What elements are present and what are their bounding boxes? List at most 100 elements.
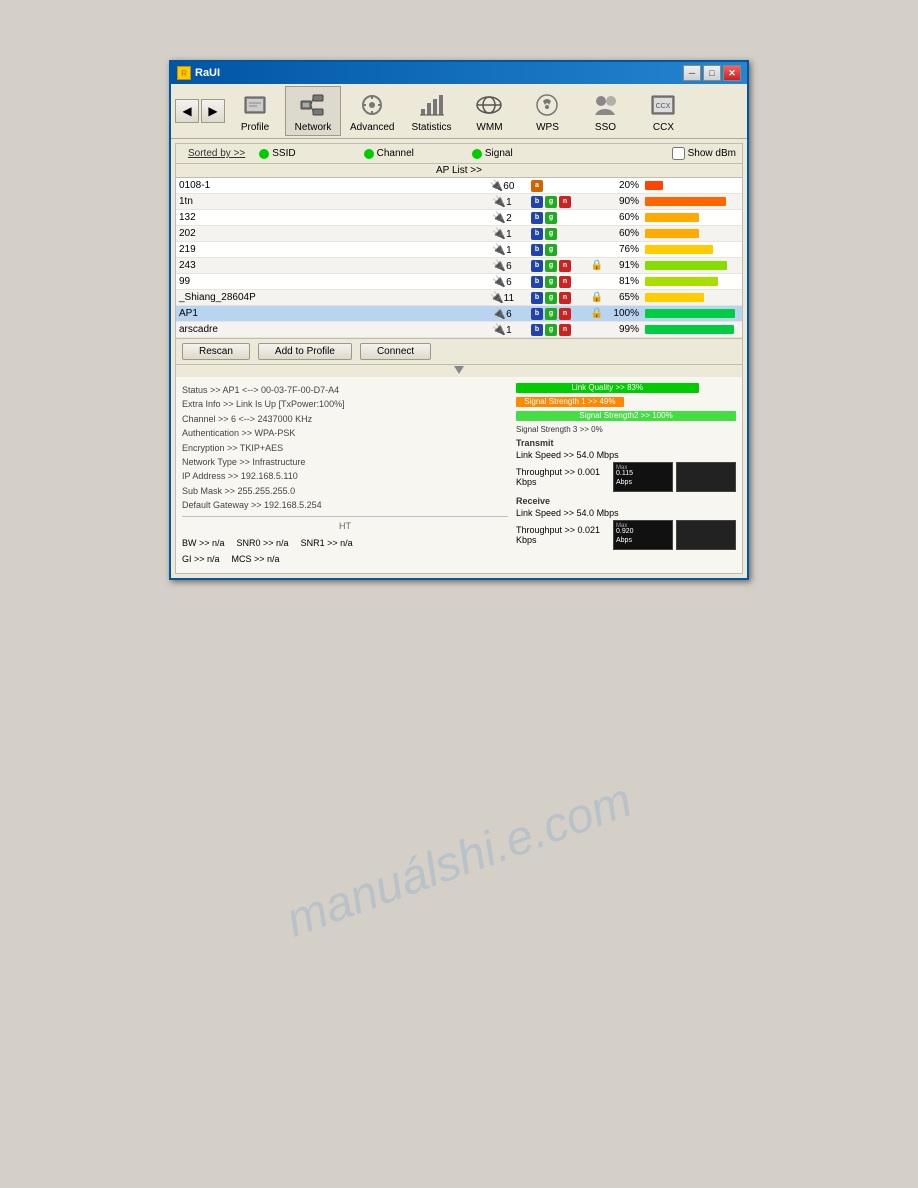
watermark: manuálshi.e.com bbox=[279, 773, 639, 949]
toolbar-wps[interactable]: WPS bbox=[519, 86, 575, 136]
network-type-label: Network Type >> Infrastructure bbox=[182, 455, 305, 469]
badges-cell: bgn bbox=[527, 274, 587, 290]
statistics-label: Statistics bbox=[411, 122, 451, 133]
b-badge: b bbox=[531, 308, 543, 320]
ssid-cell: 219 bbox=[176, 242, 477, 258]
title-bar-left: R RaUI bbox=[177, 66, 220, 80]
snr1-label: SNR1 >> n/a bbox=[301, 538, 353, 548]
wps-icon bbox=[531, 89, 563, 121]
maximize-button[interactable]: □ bbox=[703, 65, 721, 81]
ssid-cell: arscadre bbox=[176, 322, 477, 338]
close-button[interactable]: ✕ bbox=[723, 65, 741, 81]
g-badge: g bbox=[545, 276, 557, 288]
receive-section: Receive Link Speed >> 54.0 Mbps Throughp… bbox=[516, 496, 736, 550]
tx-max-label: Max bbox=[616, 465, 627, 471]
tx-throughput-label: Throughput >> 0.001 Kbps bbox=[516, 467, 600, 487]
toolbar-statistics[interactable]: Statistics bbox=[403, 86, 459, 136]
signal-label: Signal bbox=[485, 148, 513, 159]
b-badge: b bbox=[531, 260, 543, 272]
add-to-profile-button[interactable]: Add to Profile bbox=[258, 343, 352, 360]
badges-cell: bgn bbox=[527, 258, 587, 274]
ip-row: IP Address >> 192.168.5.110 bbox=[182, 469, 508, 483]
table-row[interactable]: 99🔌6bgn81% bbox=[176, 274, 742, 290]
signal-bar-container bbox=[645, 309, 735, 319]
svg-text:CCX: CCX bbox=[656, 103, 671, 110]
channel-cell: 🔌6 bbox=[477, 306, 527, 322]
channel-cell: 🔌6 bbox=[477, 274, 527, 290]
wifi-icon: 🔌 bbox=[492, 308, 506, 320]
signal-bar-container bbox=[645, 197, 735, 207]
table-row[interactable]: 202🔌1bg60% bbox=[176, 226, 742, 242]
connect-button[interactable]: Connect bbox=[360, 343, 431, 360]
lock-cell bbox=[587, 210, 607, 226]
nav-back-button[interactable]: ◀ bbox=[175, 99, 199, 123]
signal-bar-cell bbox=[642, 242, 742, 258]
signal-pct-cell: 99% bbox=[607, 322, 642, 338]
toolbar-network[interactable]: Network bbox=[285, 86, 341, 136]
tx-throughput-row: Throughput >> 0.001 Kbps 0.115 Abps Max bbox=[516, 462, 736, 492]
toolbar-ccx[interactable]: CCX CCX bbox=[635, 86, 691, 136]
table-row[interactable]: 0108-1🔌60a20% bbox=[176, 178, 742, 194]
gi-row: GI >> n/a bbox=[182, 552, 220, 566]
rescan-button[interactable]: Rescan bbox=[182, 343, 250, 360]
channel-row: Channel >> 6 <--> 2437000 KHz bbox=[182, 412, 508, 426]
signal-pct-cell: 81% bbox=[607, 274, 642, 290]
extra-info-row: Extra Info >> Link Is Up [TxPower:100%] bbox=[182, 397, 508, 411]
toolbar-profile[interactable]: Profile bbox=[227, 86, 283, 136]
channel-cell: 🔌60 bbox=[477, 178, 527, 194]
toolbar-advanced[interactable]: Advanced bbox=[343, 86, 401, 136]
signal-bar bbox=[645, 309, 735, 318]
gi-label: GI >> n/a bbox=[182, 554, 220, 564]
signal-strength2-label: Signal Strength2 >> 100% bbox=[516, 411, 736, 421]
show-dbm-checkbox[interactable] bbox=[672, 147, 685, 160]
signal-bar bbox=[645, 245, 713, 254]
g-badge: g bbox=[545, 228, 557, 240]
nav-forward-button[interactable]: ▶ bbox=[201, 99, 225, 123]
sorted-by-button[interactable]: Sorted by >> bbox=[182, 146, 251, 161]
table-row[interactable]: 219🔌1bg76% bbox=[176, 242, 742, 258]
lock-cell bbox=[587, 178, 607, 194]
channel-cell: 🔌6 bbox=[477, 258, 527, 274]
encryption-label: Encryption >> TKIP+AES bbox=[182, 441, 283, 455]
status-label: Status >> AP1 <--> 00-03-7F-00-D7-A4 bbox=[182, 383, 339, 397]
wifi-icon: 🔌 bbox=[492, 260, 506, 272]
badges-cell: bg bbox=[527, 210, 587, 226]
link-quality-bar: Link Quality >> 83% bbox=[516, 383, 699, 393]
title-bar: R RaUI ─ □ ✕ bbox=[171, 62, 747, 84]
table-row[interactable]: arscadre🔌1bgn99% bbox=[176, 322, 742, 338]
rx-chart-unit: Abps bbox=[616, 537, 670, 545]
ssid-cell: AP1 bbox=[176, 306, 477, 322]
table-row[interactable]: 1tn🔌1bgn90% bbox=[176, 194, 742, 210]
signal-bar-container bbox=[645, 213, 735, 223]
signal-strength2-meter: Signal Strength2 >> 100% bbox=[516, 411, 736, 421]
ap-header: Sorted by >> SSID Channel Signal Show dB… bbox=[176, 144, 742, 164]
minimize-button[interactable]: ─ bbox=[683, 65, 701, 81]
subnet-label: Sub Mask >> 255.255.255.0 bbox=[182, 484, 295, 498]
toolbar-wmm[interactable]: WMM bbox=[461, 86, 517, 136]
ap-scroll-area[interactable]: 0108-1🔌60a20%1tn🔌1bgn90%132🔌2bg60%202🔌1b… bbox=[176, 178, 742, 338]
ccx-label: CCX bbox=[653, 122, 674, 133]
signal-bar-cell bbox=[642, 274, 742, 290]
mcs-row: MCS >> n/a bbox=[232, 552, 280, 566]
badges-cell: bgn bbox=[527, 306, 587, 322]
action-buttons: Rescan Add to Profile Connect bbox=[176, 338, 742, 365]
scroll-down-indicator bbox=[454, 366, 464, 376]
ht-section: BW >> n/a SNR0 >> n/a SNR1 >> n/a bbox=[182, 536, 508, 550]
wifi-icon: 🔌 bbox=[492, 276, 506, 288]
table-row[interactable]: _Shiang_28604P🔌11bgn🔒65% bbox=[176, 290, 742, 306]
signal-pct-cell: 20% bbox=[607, 178, 642, 194]
table-row[interactable]: AP1🔌6bgn🔒100% bbox=[176, 306, 742, 322]
sso-icon bbox=[589, 89, 621, 121]
transmit-section: Transmit Link Speed >> 54.0 Mbps Through… bbox=[516, 438, 736, 492]
signal-header: Signal bbox=[472, 148, 513, 159]
table-row[interactable]: 243🔌6bgn🔒91% bbox=[176, 258, 742, 274]
signal-bar-container bbox=[645, 229, 735, 239]
snr1-row: SNR1 >> n/a bbox=[301, 536, 353, 550]
profile-icon bbox=[239, 89, 271, 121]
table-row[interactable]: 132🔌2bg60% bbox=[176, 210, 742, 226]
link-quality-label: Link Quality >> 83% bbox=[516, 383, 699, 393]
signal-bar bbox=[645, 325, 734, 334]
signal-bar-cell bbox=[642, 258, 742, 274]
b-badge: b bbox=[531, 212, 543, 224]
toolbar-sso[interactable]: SSO bbox=[577, 86, 633, 136]
